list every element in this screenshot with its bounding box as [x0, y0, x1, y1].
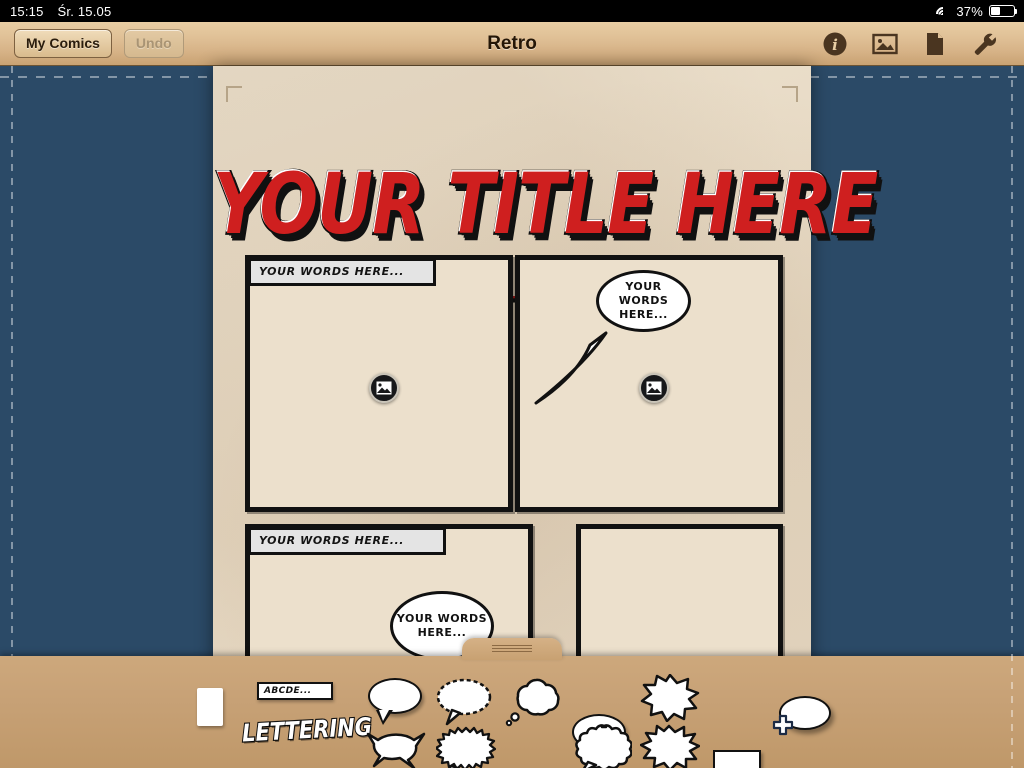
drawer-item-lettering[interactable]: LETTERING: [240, 712, 373, 749]
comic-panel-2[interactable]: YOUR WORDS HERE...: [515, 255, 783, 512]
crop-mark-top-left: [226, 86, 242, 102]
status-bar-right: 37%: [932, 3, 1024, 24]
status-date: Śr. 15.05: [57, 3, 112, 19]
battery-icon: [989, 5, 1017, 17]
info-icon[interactable]: i: [822, 31, 848, 57]
my-comics-button[interactable]: My Comics: [14, 29, 112, 58]
photo-icon[interactable]: [872, 31, 898, 57]
undo-button[interactable]: Undo: [123, 29, 184, 58]
panel-1-photo-placeholder[interactable]: [369, 373, 399, 403]
panel-2-photo-placeholder[interactable]: [639, 373, 669, 403]
svg-text:i: i: [832, 36, 838, 54]
drawer-item-blank-card[interactable]: Blank card: [197, 688, 223, 726]
drawer-shape-bubble-rectangle[interactable]: [713, 750, 761, 768]
comic-title-text[interactable]: YOUR TITLE HERE: [212, 161, 880, 249]
wrench-icon[interactable]: [972, 31, 998, 57]
panel-1-caption[interactable]: YOUR WORDS HERE...: [248, 258, 436, 286]
top-toolbar: My Comics Undo Retro i: [0, 22, 1024, 66]
add-plus-cursor: [772, 714, 794, 736]
photo-placeholder-icon: [376, 381, 392, 395]
toolbar-icon-group: i: [822, 31, 1024, 57]
drawer-item-caption-abcde[interactable]: ABCDE...: [257, 682, 333, 700]
drawer-shape-bubble-double-pointed[interactable]: [364, 726, 428, 768]
comic-panel-1[interactable]: YOUR WORDS HERE...: [245, 255, 513, 512]
wifi-icon: [932, 3, 953, 24]
status-bar: 15:15 Śr. 15.05 37%: [0, 0, 1024, 24]
drawer-handle[interactable]: [462, 638, 562, 660]
status-time: 15:15: [10, 3, 44, 19]
shape-library-drawer: Blank card ABCDE... LETTERING: [0, 638, 1024, 768]
drawer-shape-bubble-oval-dashed[interactable]: [436, 678, 494, 733]
drawer-shape-bubble-scalloped[interactable]: [572, 724, 633, 768]
panel-2-speech-bubble[interactable]: YOUR WORDS HERE...: [596, 270, 691, 332]
drawer-shape-bubble-oval-smooth[interactable]: [368, 678, 422, 725]
page-icon[interactable]: [922, 31, 948, 57]
photo-placeholder-icon: [646, 381, 662, 395]
drawer-shape-bubble-star-burst[interactable]: [640, 673, 700, 727]
comic-canvas[interactable]: YOUR TITLE HERE YOUR WORDS HERE... YOUR …: [0, 66, 1024, 768]
status-bar-left: 15:15 Śr. 15.05: [0, 4, 111, 19]
app-root: 15:15 Śr. 15.05 37% My Comics Undo Retro…: [0, 0, 1024, 768]
crop-mark-top-right: [782, 86, 798, 102]
drawer-shape-bubble-jagged-burst[interactable]: [639, 724, 701, 768]
panel-3-caption[interactable]: YOUR WORDS HERE...: [248, 527, 446, 555]
drawer-shape-bubble-cloud-thought[interactable]: [504, 676, 564, 733]
battery-percent: 37%: [956, 3, 983, 19]
drawer-shape-bubble-spiky-oval[interactable]: [434, 726, 497, 768]
